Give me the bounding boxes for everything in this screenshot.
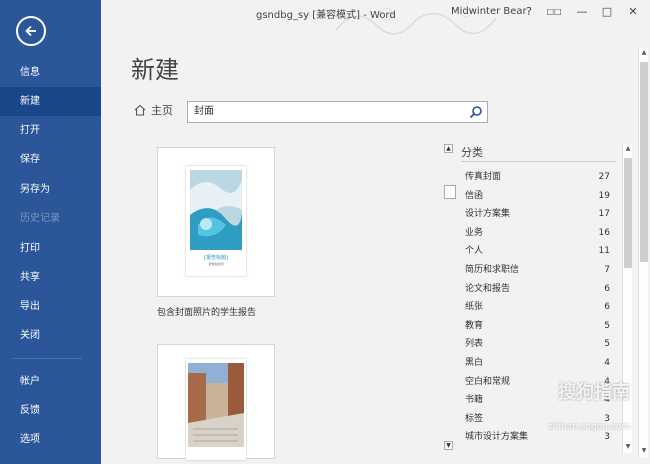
cover-photo-icon: [188, 363, 244, 447]
scroll-thumb[interactable]: [624, 158, 632, 268]
document-title: gsndbg_sy [兼容模式] - Word: [256, 10, 396, 21]
category-item[interactable]: 黑白 4: [465, 354, 610, 372]
scroll-thumb[interactable]: [640, 62, 648, 262]
minimize-icon[interactable]: —: [571, 2, 593, 22]
sidebar-item-info[interactable]: 信息: [0, 58, 101, 87]
category-name: 书籍: [465, 395, 484, 406]
template-card[interactable]: [报告标题] 报告副标题: [157, 147, 275, 297]
template-card[interactable]: [157, 344, 275, 460]
categories-header: 分类: [461, 146, 483, 159]
category-item[interactable]: 纸张 6: [465, 298, 610, 316]
template-preview: [报告标题] 报告副标题: [186, 166, 246, 276]
page-title: 新建: [131, 56, 179, 84]
category-item[interactable]: 教育 5: [465, 317, 610, 335]
categories-panel: 分类 传真封面 27 信函 19 设计方案集 17 业务 16 个人 11 简历和求职信 7 论文和报告…: [456, 140, 636, 460]
sidebar-item-options[interactable]: 选项: [0, 425, 101, 454]
cover-photo-icon: [190, 170, 242, 250]
close-icon[interactable]: ✕: [622, 2, 644, 22]
category-name: 简历和求职信: [465, 265, 520, 275]
sidebar-item-share[interactable]: 共享: [0, 263, 101, 292]
category-count: 5: [604, 339, 610, 350]
category-name: 黑白: [465, 358, 484, 368]
scroll-up-icon[interactable]: ▲: [623, 144, 633, 154]
category-count: 17: [598, 209, 610, 220]
scroll-up-button[interactable]: ▲: [444, 144, 453, 153]
category-name: 个人: [465, 246, 484, 257]
backstage-sidebar: 信息 新建 打开 保存 另存为 历史记录 打印 共享 导出 关闭 帐户 反馈 选…: [0, 0, 101, 464]
category-count: 7: [604, 265, 610, 275]
category-count: 5: [604, 320, 610, 331]
watermark-url: zhinan.sogou.com: [548, 422, 630, 432]
category-item[interactable]: 信函 19: [465, 187, 610, 205]
category-name: 列表: [465, 339, 484, 350]
category-item[interactable]: 传真封面 27: [465, 168, 610, 186]
search-input[interactable]: 封面: [187, 101, 488, 123]
back-arrow-icon[interactable]: [16, 16, 46, 46]
main-scrollbar[interactable]: ▲ ▼: [638, 48, 648, 458]
category-name: 城市设计方案集: [465, 432, 529, 443]
main-panel: gsndbg_sy [兼容模式] - Word Midwinter Bear ?…: [101, 0, 650, 464]
template-inner-subtitle: 报告副标题: [208, 262, 224, 266]
categories-divider: [461, 161, 616, 162]
maximize-icon[interactable]: □: [596, 2, 618, 22]
category-name: 信函: [465, 190, 484, 201]
sidebar-item-print[interactable]: 打印: [0, 234, 101, 263]
scroll-down-icon[interactable]: ▼: [623, 442, 633, 452]
category-name: 传真封面: [465, 172, 502, 182]
sidebar-divider: [12, 358, 82, 359]
category-count: 6: [604, 302, 610, 313]
category-count: 11: [598, 246, 610, 257]
search-value: 封面: [194, 106, 214, 117]
scroll-down-icon[interactable]: ▼: [639, 446, 649, 456]
category-item[interactable]: 论文和报告 6: [465, 280, 610, 298]
categories-scrollbar[interactable]: ▲ ▼: [622, 144, 632, 453]
search-icon[interactable]: [469, 105, 483, 119]
category-count: 19: [598, 190, 610, 201]
category-name: 教育: [465, 320, 484, 331]
category-item[interactable]: 业务 16: [465, 224, 610, 242]
template-preview: [186, 359, 246, 460]
category-item[interactable]: 个人 11: [465, 242, 610, 260]
sidebar-item-save-as[interactable]: 另存为: [0, 175, 101, 204]
watermark: 搜狗指南: [558, 382, 630, 403]
category-name: 设计方案集: [465, 209, 511, 220]
home-label: 主页: [151, 104, 173, 117]
ribbon-display-icon[interactable]: □□: [543, 2, 565, 22]
scroll-thumb[interactable]: [444, 185, 456, 199]
sidebar-item-open[interactable]: 打开: [0, 116, 101, 145]
sidebar-item-account[interactable]: 帐户: [0, 367, 101, 396]
category-item[interactable]: 设计方案集 17: [465, 205, 610, 223]
scroll-down-button[interactable]: ▼: [444, 441, 453, 450]
scroll-up-icon[interactable]: ▲: [639, 48, 649, 58]
home-link[interactable]: 主页: [134, 102, 173, 118]
sidebar-item-save[interactable]: 保存: [0, 145, 101, 174]
user-name[interactable]: Midwinter Bear: [451, 6, 527, 17]
category-item[interactable]: 列表 5: [465, 335, 610, 353]
category-name: 论文和报告: [465, 283, 511, 294]
template-caption[interactable]: 包含封面照片的学生报告: [157, 305, 256, 318]
category-item[interactable]: 简历和求职信 7: [465, 261, 610, 279]
home-icon: [134, 104, 146, 116]
category-name: 标签: [465, 413, 484, 424]
category-count: 16: [598, 227, 610, 238]
category-name: 空白和常规: [465, 376, 511, 387]
template-inner-title: [报告标题]: [204, 255, 228, 261]
sidebar-item-new[interactable]: 新建: [0, 87, 101, 116]
category-count: 27: [598, 172, 610, 182]
help-icon[interactable]: ?: [518, 2, 540, 22]
category-name: 纸张: [465, 302, 484, 313]
sidebar-item-feedback[interactable]: 反馈: [0, 396, 101, 425]
sidebar-item-close[interactable]: 关闭: [0, 321, 101, 350]
title-bar: gsndbg_sy [兼容模式] - Word Midwinter Bear ?…: [101, 0, 650, 35]
category-count: 4: [604, 358, 610, 368]
category-name: 业务: [465, 227, 484, 238]
sidebar-item-history: 历史记录: [20, 213, 60, 224]
sidebar-item-export[interactable]: 导出: [0, 292, 101, 321]
category-count: 6: [604, 283, 610, 294]
